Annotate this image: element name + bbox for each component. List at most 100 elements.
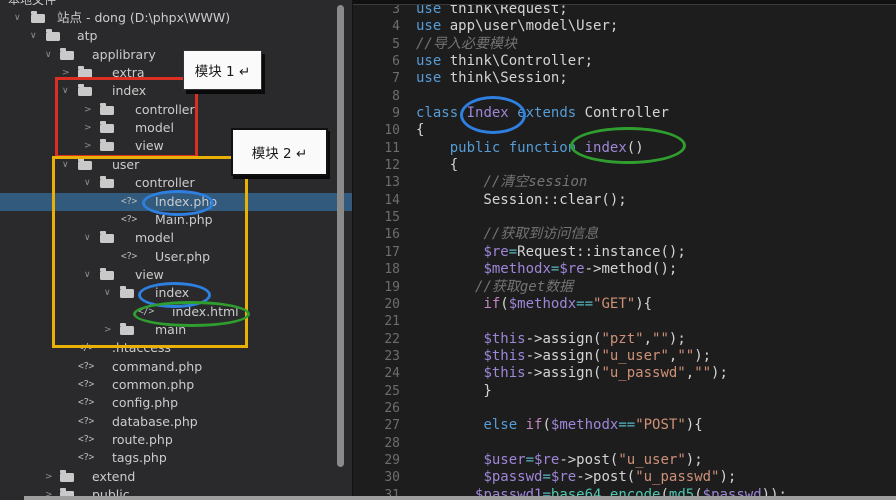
folder-icon	[100, 142, 114, 151]
line-number: 14	[353, 192, 416, 209]
tree-item-database.php[interactable]: <?> database.php	[0, 413, 352, 431]
code-lines: 3use think\Request;4use app\user\model\U…	[353, 1, 896, 500]
tree-item-extra[interactable]: >extra	[0, 64, 352, 82]
chevron-down-icon[interactable]: ∨	[84, 174, 91, 192]
chevron-down-icon[interactable]: ∨	[14, 9, 21, 27]
code-line-22[interactable]: 22 $this->assign("pzt","");	[353, 331, 896, 348]
folder-icon	[31, 14, 45, 23]
code-line-10[interactable]: 10{	[353, 122, 896, 139]
tree-item-common.php[interactable]: <?>common.php	[0, 376, 352, 394]
tree-item-index[interactable]: ∨index	[0, 284, 352, 302]
tree-item-User.php[interactable]: <?> User.php	[0, 248, 352, 266]
tree-item-index.html[interactable]: </>index.html	[0, 303, 352, 321]
code-line-19[interactable]: 19 //获取get数据	[353, 279, 896, 296]
code-line-27[interactable]: 27 else if($methodx=="POST"){	[353, 417, 896, 434]
tree-item-applibrary[interactable]: ∨ applibrary	[0, 46, 352, 64]
chevron-right-icon[interactable]: >	[84, 137, 92, 155]
code-editor-window: 本地文件 ∨站点 - dong (D:\phpx\WWW)∨atp∨applib…	[0, 0, 896, 500]
php-file-icon: <?>	[78, 394, 94, 412]
code-text: use think\Session;	[416, 70, 568, 86]
tree-item-view[interactable]: ∨view	[0, 266, 352, 284]
tree-item-main[interactable]: >main	[0, 321, 352, 339]
code-line-17[interactable]: 17 $re=Request::instance();	[353, 244, 896, 261]
code-line-30[interactable]: 30 $passwd=$re->post("u_passwd");	[353, 469, 896, 486]
code-line-26[interactable]: 26	[353, 400, 896, 417]
tree-item-tags.php[interactable]: <?>tags.php	[0, 449, 352, 467]
chevron-down-icon[interactable]: ∨	[104, 284, 111, 302]
tree-item-label: User.php	[155, 248, 210, 266]
code-line-8[interactable]: 8	[353, 88, 896, 105]
chevron-right-icon[interactable]: >	[62, 64, 70, 82]
code-text: {	[416, 122, 424, 138]
code-line-23[interactable]: 23 $this->assign("u_user","");	[353, 348, 896, 365]
tree-item----dong-D-phpx-WWW-[interactable]: ∨站点 - dong (D:\phpx\WWW)	[0, 9, 352, 27]
line-number: 15	[353, 209, 416, 226]
chevron-right-icon[interactable]: >	[45, 468, 53, 486]
line-number: 10	[353, 122, 416, 139]
chevron-down-icon[interactable]: ∨	[62, 82, 69, 100]
tree-item-controller[interactable]: ∨controller	[0, 174, 352, 192]
tree-item-controller[interactable]: >controller	[0, 101, 352, 119]
tree-item-config.php[interactable]: <?>config.php	[0, 394, 352, 412]
tree-item-user[interactable]: ∨user	[0, 156, 352, 174]
code-line-24[interactable]: 24 $this->assign("u_passwd","");	[353, 365, 896, 382]
tree-item-label: applibrary	[92, 46, 156, 64]
chevron-right-icon[interactable]: >	[104, 321, 112, 339]
code-line-13[interactable]: 13 //清空session	[353, 174, 896, 191]
tree-item-extend[interactable]: > extend	[0, 468, 352, 486]
tree-item-Index.php[interactable]: <?>Index.php	[0, 193, 352, 211]
code-line-9[interactable]: 9class Index extends Controller	[353, 105, 896, 122]
code-editor-pane[interactable]: 3use think\Request;4use app\user\model\U…	[353, 0, 896, 500]
code-line-5[interactable]: 5//导入必要模块	[353, 36, 896, 53]
folder-icon	[78, 161, 92, 170]
sidebar-scrollbar[interactable]	[337, 5, 344, 467]
code-line-12[interactable]: 12 {	[353, 157, 896, 174]
folder-icon	[120, 326, 134, 335]
folder-icon	[100, 271, 114, 280]
tree-item-label: Main.php	[155, 211, 213, 229]
code-line-15[interactable]: 15	[353, 209, 896, 226]
code-text: $user=$re->post("u_user");	[416, 452, 703, 468]
folder-icon	[100, 106, 114, 115]
tree-item-view[interactable]: > view	[0, 137, 352, 155]
tree-item-label: database.php	[112, 413, 198, 431]
code-line-21[interactable]: 21	[353, 313, 896, 330]
code-line-14[interactable]: 14 Session::clear();	[353, 192, 896, 209]
code-line-16[interactable]: 16 //获取到访问信息	[353, 226, 896, 243]
tree-item-index[interactable]: ∨index	[0, 82, 352, 100]
tree-item-atp[interactable]: ∨atp	[0, 27, 352, 45]
tree-item-Main.php[interactable]: <?> Main.php	[0, 211, 352, 229]
tree-item-model[interactable]: ∨model	[0, 229, 352, 247]
code-line-7[interactable]: 7use think\Session;	[353, 70, 896, 87]
tree-item-command.php[interactable]: <?>command.php	[0, 358, 352, 376]
code-line-18[interactable]: 18 $methodx=$re->method();	[353, 261, 896, 278]
chevron-down-icon[interactable]: ∨	[45, 46, 52, 64]
php-file-icon: <?>	[121, 211, 137, 229]
code-line-4[interactable]: 4use app\user\model\User;	[353, 18, 896, 35]
tree-item-route.php[interactable]: <?>route.php	[0, 431, 352, 449]
code-line-11[interactable]: 11 public function index()	[353, 140, 896, 157]
php-file-icon: <?>	[78, 449, 94, 467]
code-line-6[interactable]: 6use think\Controller;	[353, 53, 896, 70]
chevron-down-icon[interactable]: ∨	[84, 229, 91, 247]
chevron-right-icon[interactable]: >	[84, 119, 92, 137]
code-text: {	[416, 157, 458, 173]
code-text: $passwd=$re->post("u_passwd");	[416, 469, 736, 485]
chevron-down-icon[interactable]: ∨	[62, 156, 69, 174]
code-line-28[interactable]: 28	[353, 435, 896, 452]
tree-item-label: view	[135, 137, 164, 155]
tree-item-model[interactable]: >model	[0, 119, 352, 137]
code-line-25[interactable]: 25 }	[353, 383, 896, 400]
tree-item-.htaccess[interactable]: </>.htaccess	[0, 339, 352, 357]
line-number: 16	[353, 226, 416, 243]
file-tree[interactable]: ∨站点 - dong (D:\phpx\WWW)∨atp∨applibrary>…	[0, 0, 352, 500]
code-line-29[interactable]: 29 $user=$re->post("u_user");	[353, 452, 896, 469]
line-number: 21	[353, 313, 416, 330]
php-file-icon: <?>	[78, 413, 94, 431]
code-line-20[interactable]: 20 if($methodx=="GET"){	[353, 296, 896, 313]
tree-item-label: extend	[92, 468, 135, 486]
chevron-down-icon[interactable]: ∨	[30, 27, 37, 45]
chevron-right-icon[interactable]: >	[84, 101, 92, 119]
php-file-icon: <?>	[121, 248, 137, 266]
chevron-down-icon[interactable]: ∨	[84, 266, 91, 284]
